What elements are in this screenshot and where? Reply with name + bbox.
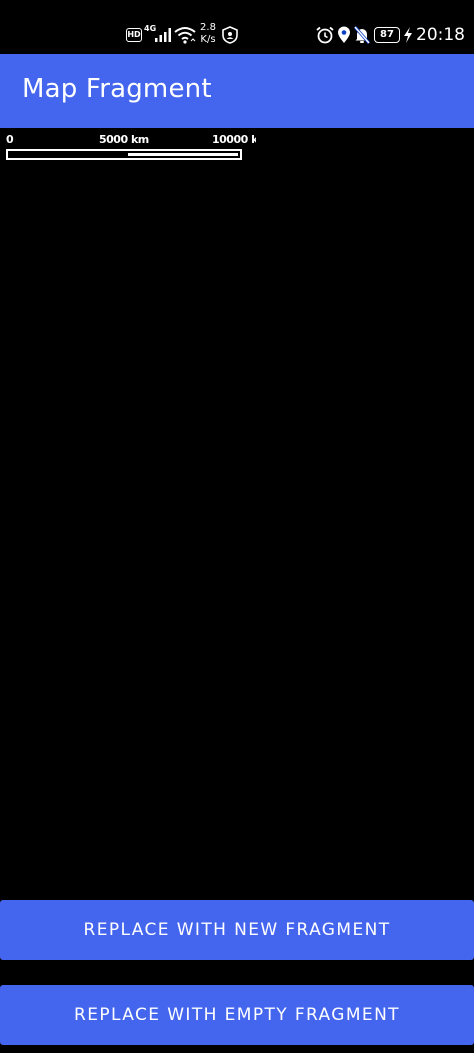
bell-off-icon [354, 26, 370, 44]
scale-track [6, 149, 242, 160]
scale-segment [128, 153, 238, 156]
page-title: Map Fragment [22, 74, 212, 104]
wifi-icon [174, 26, 196, 44]
clock: 20:18 [416, 25, 465, 45]
scale-label-5000: 5000 km [99, 133, 149, 146]
app-bar: Map Fragment [0, 54, 474, 128]
speed-value: 2.8 [200, 22, 216, 33]
hd-badge: HD [126, 28, 142, 42]
battery-indicator: 87 [374, 27, 400, 43]
location-icon [337, 26, 351, 44]
map-scale-bar: 0 5000 km 10000 km [0, 128, 260, 168]
charging-bolt-icon [402, 26, 414, 44]
map-view[interactable]: 0 5000 km 10000 km [0, 128, 474, 898]
status-bar: HD 4G 2.8 K/s 87 20:18 [0, 0, 474, 54]
scale-label-10000: 10000 km [212, 133, 256, 146]
alarm-icon [316, 26, 334, 44]
signal-icon [154, 28, 172, 42]
network-speed: 2.8 K/s [198, 22, 218, 46]
replace-with-empty-fragment-button[interactable]: REPLACE WITH EMPTY FRAGMENT [0, 985, 474, 1045]
speed-unit: K/s [200, 34, 216, 45]
shield-icon [222, 26, 238, 44]
scale-label-0: 0 [6, 133, 14, 146]
screen: HD 4G 2.8 K/s 87 20:18 Map Fragment 0 50… [0, 0, 474, 1053]
replace-with-new-fragment-button[interactable]: REPLACE WITH NEW FRAGMENT [0, 900, 474, 960]
